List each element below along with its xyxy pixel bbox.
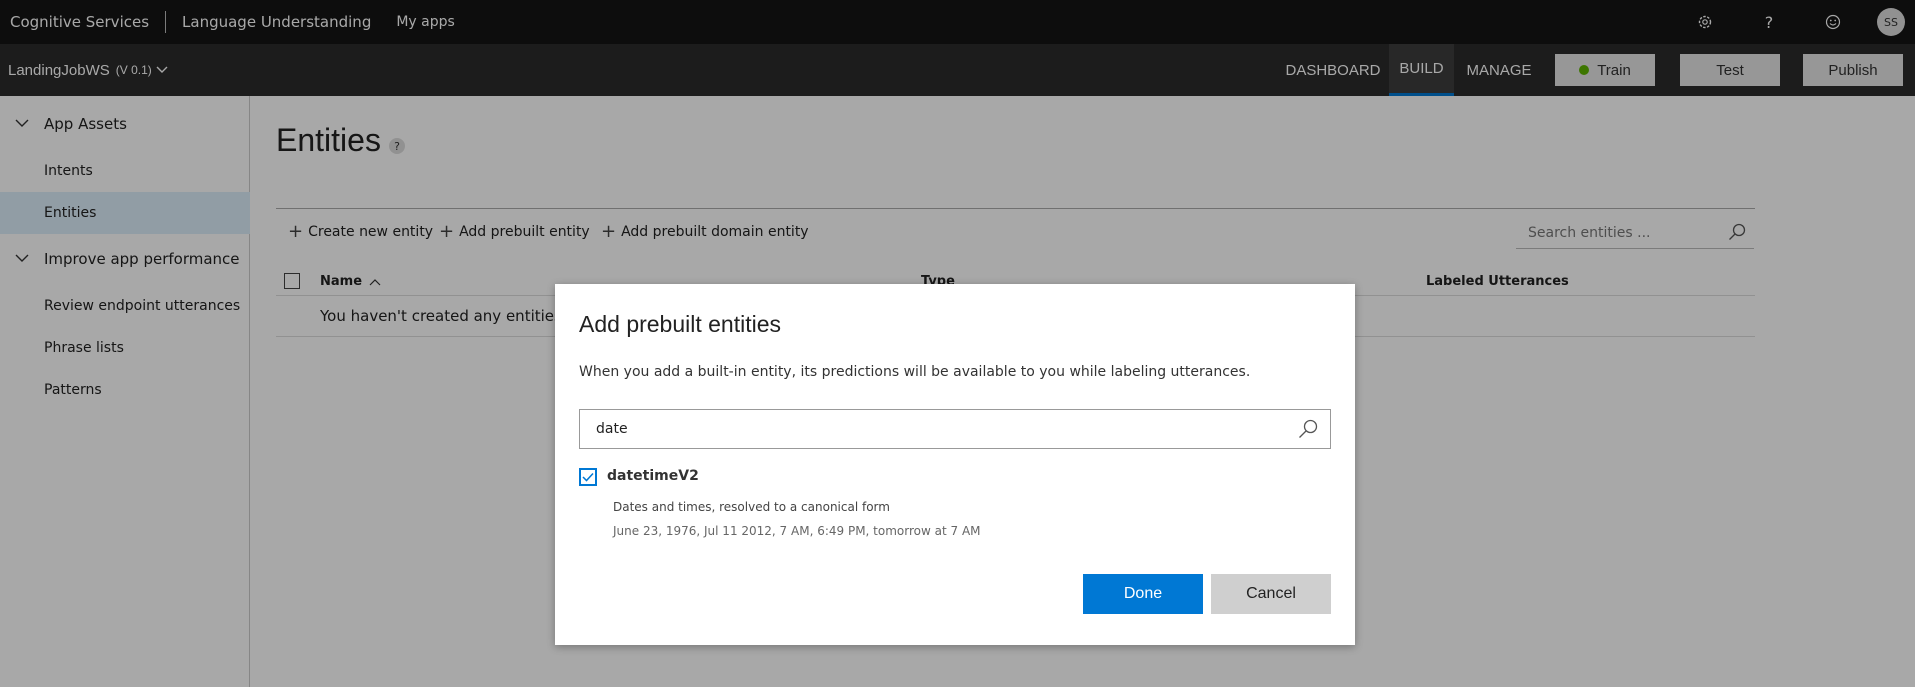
dialog-description: When you add a built-in entity, its pred… [579,364,1251,380]
search-value: date [596,421,628,437]
add-prebuilt-entities-dialog: Add prebuilt entities When you add a bui… [555,284,1355,645]
datetimev2-checkbox[interactable] [579,468,597,486]
prebuilt-search-input[interactable]: date [579,409,1331,449]
entity-examples: June 23, 1976, Jul 11 2012, 7 AM, 6:49 P… [613,524,981,538]
dialog-title: Add prebuilt entities [579,311,782,337]
search-icon[interactable] [1298,419,1318,443]
cancel-button[interactable]: Cancel [1211,574,1331,614]
entity-name[interactable]: datetimeV2 [607,468,699,484]
checkmark-icon [582,472,594,482]
entity-description: Dates and times, resolved to a canonical… [613,500,890,514]
done-button[interactable]: Done [1083,574,1203,614]
